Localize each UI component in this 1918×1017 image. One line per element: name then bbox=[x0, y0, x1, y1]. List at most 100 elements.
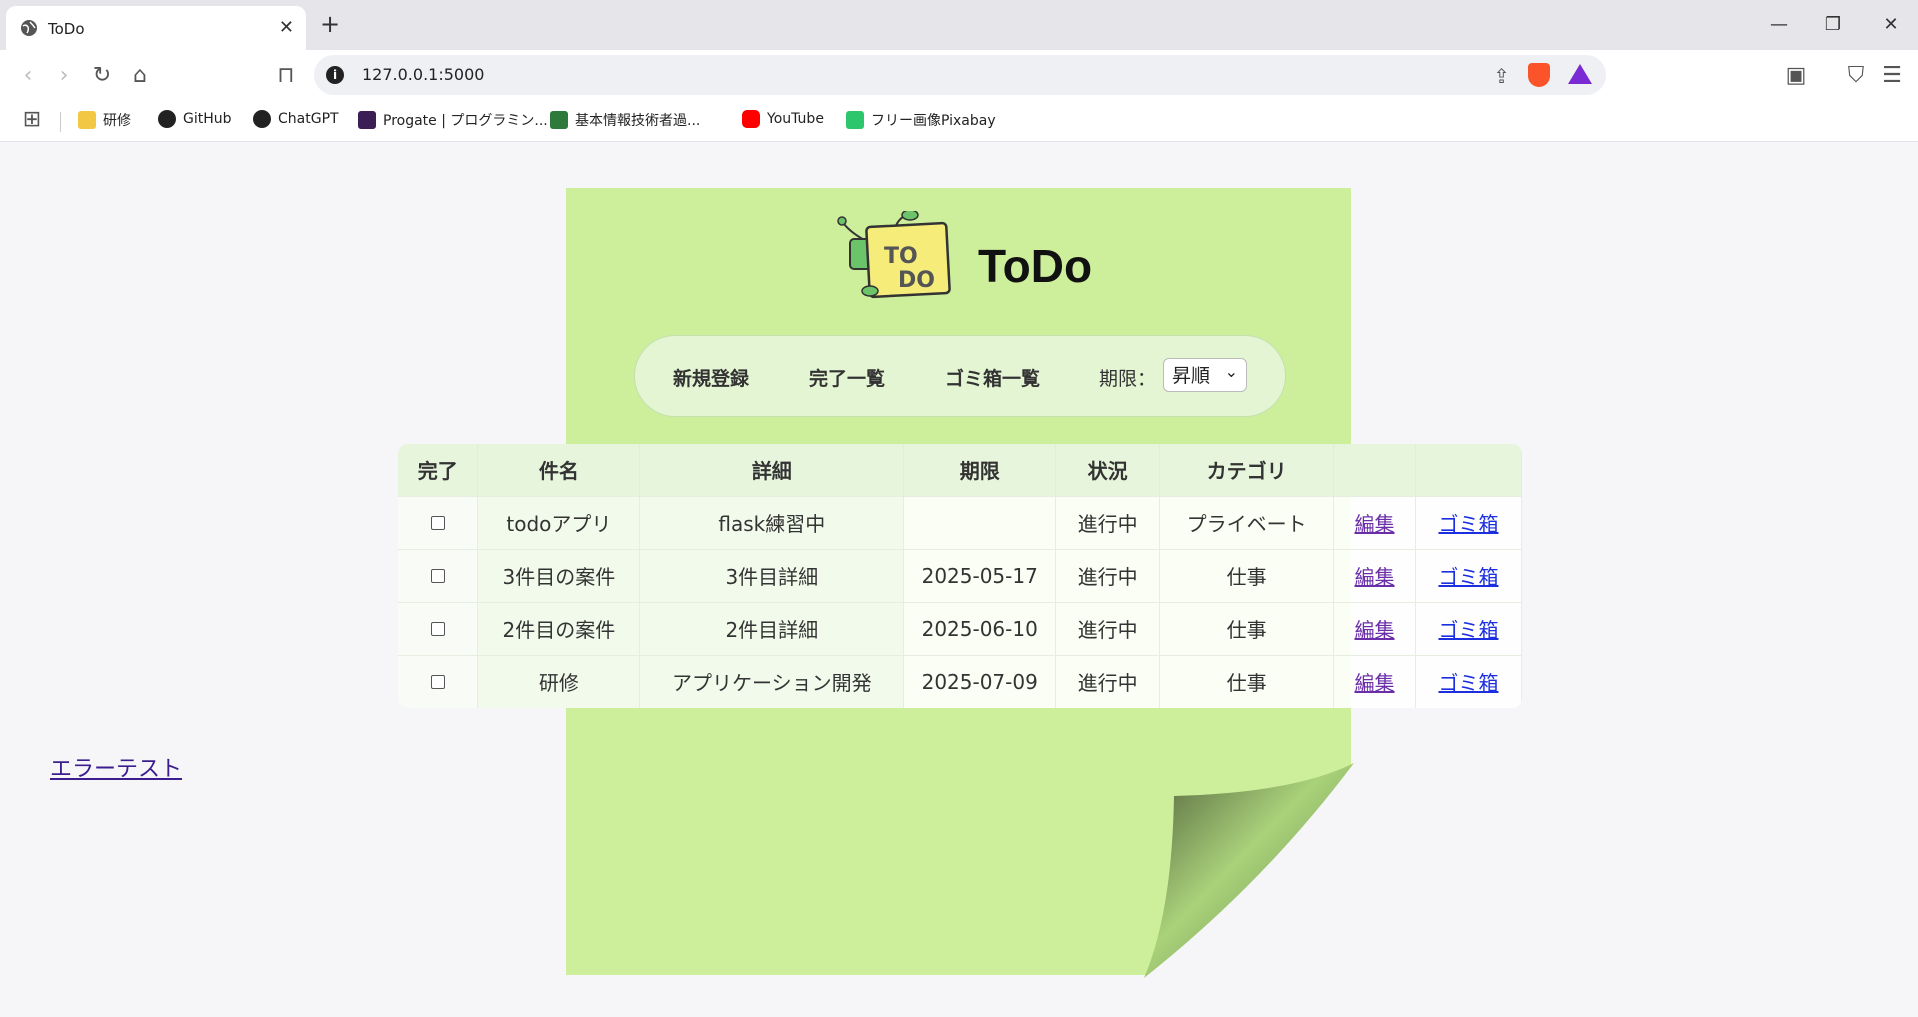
bookmark-github[interactable]: GitHub bbox=[158, 110, 232, 128]
due-cell: 2025-07-09 bbox=[903, 654, 1057, 708]
done-checkbox[interactable] bbox=[430, 568, 445, 583]
detail-cell: flask練習中 bbox=[639, 495, 905, 549]
table-row: 研修 アプリケーション開発 2025-07-09 進行中 仕事 編集 ゴミ箱 bbox=[398, 654, 1522, 708]
apps-grid-icon[interactable]: ⊞ bbox=[18, 106, 46, 134]
close-window-icon[interactable]: ✕ bbox=[1876, 10, 1906, 40]
restore-icon[interactable]: ❐ bbox=[1818, 10, 1848, 40]
table-row: 3件目の案件 3件目詳細 2025-05-17 進行中 仕事 編集 ゴミ箱 bbox=[398, 548, 1522, 602]
done-cell bbox=[398, 601, 479, 655]
globe-icon bbox=[21, 20, 37, 36]
tab-title: ToDo bbox=[48, 20, 85, 38]
sort-order-select[interactable]: 昇順 ⌄ bbox=[1163, 358, 1247, 392]
trash-cell: ゴミ箱 bbox=[1415, 495, 1522, 549]
new-task-link[interactable]: 新規登録 bbox=[673, 364, 749, 391]
edit-link[interactable]: 編集 bbox=[1355, 512, 1395, 536]
menu-icon[interactable]: ☰ bbox=[1878, 62, 1906, 90]
new-tab-button[interactable]: + bbox=[320, 11, 340, 37]
table-header-row: 完了 件名 詳細 期限 状況 カテゴリ bbox=[398, 444, 1522, 496]
logo-text-bottom: DO bbox=[898, 268, 935, 293]
due-cell: 2025-05-17 bbox=[903, 548, 1057, 602]
trash-link[interactable]: ゴミ箱 bbox=[1438, 565, 1498, 589]
detail-cell: 3件目詳細 bbox=[639, 548, 905, 602]
category-cell: プライベート bbox=[1159, 495, 1335, 549]
edit-link[interactable]: 編集 bbox=[1355, 565, 1395, 589]
navigation-bar: ‹ › ↻ ⌂ ⊓ i 127.0.0.1:5000 ⇪ ▣ ⛉ ☰ bbox=[0, 50, 1918, 100]
page-curl-decoration bbox=[1144, 763, 1354, 978]
address-bar[interactable]: i 127.0.0.1:5000 ⇪ bbox=[314, 55, 1606, 95]
brave-shield-icon[interactable] bbox=[1528, 63, 1550, 87]
fe-exam-icon bbox=[550, 111, 568, 129]
chatgpt-icon bbox=[253, 110, 271, 128]
sort-label: 期限： bbox=[1099, 368, 1157, 390]
error-test-link[interactable]: エラーテスト bbox=[50, 751, 182, 783]
bookmarks-divider bbox=[60, 112, 61, 132]
trash-list-link[interactable]: ゴミ箱一覧 bbox=[945, 364, 1040, 391]
table-row: 2件目の案件 2件目詳細 2025-06-10 進行中 仕事 編集 ゴミ箱 bbox=[398, 601, 1522, 655]
edit-cell: 編集 bbox=[1333, 495, 1416, 549]
category-cell: 仕事 bbox=[1159, 654, 1335, 708]
github-icon bbox=[158, 110, 176, 128]
title-cell: 研修 bbox=[477, 654, 641, 708]
edit-cell: 編集 bbox=[1333, 601, 1416, 655]
status-cell: 進行中 bbox=[1055, 548, 1161, 602]
category-cell: 仕事 bbox=[1159, 548, 1335, 602]
bookmark-chatgpt[interactable]: ChatGPT bbox=[253, 110, 339, 128]
trash-link[interactable]: ゴミ箱 bbox=[1438, 671, 1498, 695]
title-cell: 2件目の案件 bbox=[477, 601, 641, 655]
logo-text-top: TO bbox=[884, 244, 918, 269]
page-content: TO DO ToDo 新規登録 完了一覧 ゴミ箱一覧 期限： 昇順 ⌄ 完了 件… bbox=[0, 143, 1918, 1017]
home-icon[interactable]: ⌂ bbox=[126, 62, 154, 90]
bookmark-fe-exam[interactable]: 基本情報技術者過... bbox=[550, 110, 700, 130]
trash-cell: ゴミ箱 bbox=[1415, 654, 1522, 708]
done-checkbox[interactable] bbox=[430, 621, 445, 636]
title-cell: todoアプリ bbox=[477, 495, 641, 549]
header-due: 期限 bbox=[903, 444, 1057, 496]
bookmark-folder-kenshu[interactable]: 研修 bbox=[78, 110, 131, 130]
edit-link[interactable]: 編集 bbox=[1355, 671, 1395, 695]
detail-cell: アプリケーション開発 bbox=[639, 654, 905, 708]
brave-rewards-icon[interactable] bbox=[1568, 64, 1592, 84]
bookmark-progate[interactable]: Progate | プログラミン... bbox=[358, 110, 548, 130]
share-icon[interactable]: ⇪ bbox=[1493, 64, 1510, 88]
title-cell: 3件目の案件 bbox=[477, 548, 641, 602]
trash-link[interactable]: ゴミ箱 bbox=[1438, 512, 1498, 536]
done-checkbox[interactable] bbox=[430, 515, 445, 530]
back-icon[interactable]: ‹ bbox=[14, 62, 42, 90]
due-cell bbox=[903, 495, 1057, 549]
url-text[interactable]: 127.0.0.1:5000 bbox=[362, 65, 484, 84]
close-tab-icon[interactable]: ✕ bbox=[279, 17, 294, 38]
table-row: todoアプリ flask練習中 進行中 プライベート 編集 ゴミ箱 bbox=[398, 495, 1522, 549]
status-cell: 進行中 bbox=[1055, 601, 1161, 655]
header-done: 完了 bbox=[398, 444, 479, 496]
forward-icon[interactable]: › bbox=[50, 62, 78, 90]
active-tab[interactable]: ToDo ✕ bbox=[6, 6, 306, 50]
trash-cell: ゴミ箱 bbox=[1415, 601, 1522, 655]
bookmark-pixabay[interactable]: フリー画像Pixabay bbox=[846, 110, 996, 130]
due-cell: 2025-06-10 bbox=[903, 601, 1057, 655]
completed-list-link[interactable]: 完了一覧 bbox=[809, 364, 885, 391]
sidebar-icon[interactable]: ▣ bbox=[1782, 62, 1810, 90]
header-title: 件名 bbox=[477, 444, 641, 496]
youtube-icon bbox=[742, 110, 760, 128]
bookmark-youtube[interactable]: YouTube bbox=[742, 110, 824, 128]
edit-link[interactable]: 編集 bbox=[1355, 618, 1395, 642]
trash-link[interactable]: ゴミ箱 bbox=[1438, 618, 1498, 642]
done-cell bbox=[398, 548, 479, 602]
minimize-icon[interactable]: — bbox=[1764, 10, 1794, 40]
done-checkbox[interactable] bbox=[430, 674, 445, 689]
vpn-shield-icon[interactable]: ⛉ bbox=[1842, 62, 1870, 90]
todo-logo: TO DO bbox=[837, 211, 951, 299]
chevron-down-icon: ⌄ bbox=[1224, 362, 1238, 381]
info-icon[interactable]: i bbox=[326, 66, 344, 84]
bookmarks-bar: ⊞ 研修 GitHub ChatGPT Progate | プログラミン... … bbox=[0, 100, 1918, 142]
reload-icon[interactable]: ↻ bbox=[88, 62, 116, 90]
done-cell bbox=[398, 654, 479, 708]
detail-cell: 2件目詳細 bbox=[639, 601, 905, 655]
pixabay-icon bbox=[846, 111, 864, 129]
status-cell: 進行中 bbox=[1055, 495, 1161, 549]
todo-table: 完了 件名 詳細 期限 状況 カテゴリ todoアプリ flask練習中 進行中… bbox=[398, 444, 1522, 708]
sort-order-value: 昇順 bbox=[1172, 365, 1211, 387]
bookmark-icon[interactable]: ⊓ bbox=[272, 62, 300, 90]
category-cell: 仕事 bbox=[1159, 601, 1335, 655]
tab-bar: ToDo ✕ + — ❐ ✕ bbox=[0, 0, 1918, 50]
